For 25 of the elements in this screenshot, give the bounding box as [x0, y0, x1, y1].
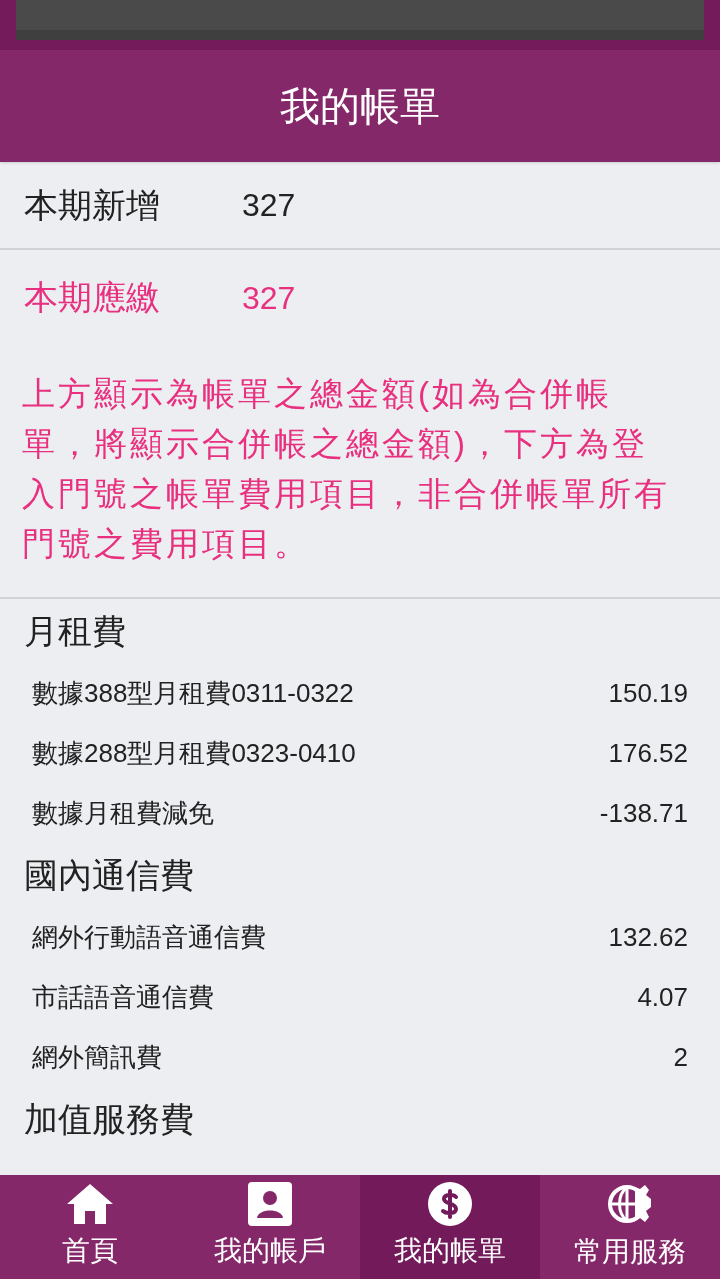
summary-amount: 327 — [242, 186, 296, 225]
fee-name: 市話語音通信費 — [32, 980, 214, 1014]
section-title: 加值服務費 — [24, 1098, 194, 1140]
summary-amount: 327 — [242, 278, 296, 318]
notice-text: 上方顯示為帳單之總金額(如為合併帳單，將顯示合併帳之總金額)，下方為登入門號之帳單費用項目，非合併帳單所有門號之費用項目。 — [22, 374, 671, 564]
fee-name: 網外行動語音通信費 — [32, 920, 266, 954]
home-icon — [65, 1182, 115, 1226]
fee-amount: 2 — [673, 1040, 688, 1074]
section-title: 月租費 — [24, 610, 126, 652]
fee-amount: 132.62 — [608, 920, 688, 954]
fee-amount: 4.07 — [637, 980, 688, 1014]
summary-label: 本期應繳 — [24, 277, 161, 318]
fee-amount: 176.52 — [608, 736, 688, 770]
page-title: 我的帳單 — [280, 83, 440, 130]
fee-name: 數據月租費減免 — [32, 796, 214, 830]
dollar-icon — [428, 1182, 472, 1226]
section-title: 國內通信費 — [24, 854, 194, 896]
nav-tab[interactable]: 我的帳單 — [360, 1175, 540, 1279]
fee-name: 數據288型月租費0323-0410 — [32, 736, 356, 770]
fee-name: 數據388型月租費0311-0322 — [32, 676, 354, 710]
fee-amount: 150.19 — [608, 676, 688, 710]
fee-name: 網外簡訊費 — [32, 1040, 162, 1074]
fee-amount: -138.71 — [599, 796, 688, 830]
user-icon — [248, 1182, 292, 1226]
summary-label: 本期新增 — [24, 184, 161, 226]
